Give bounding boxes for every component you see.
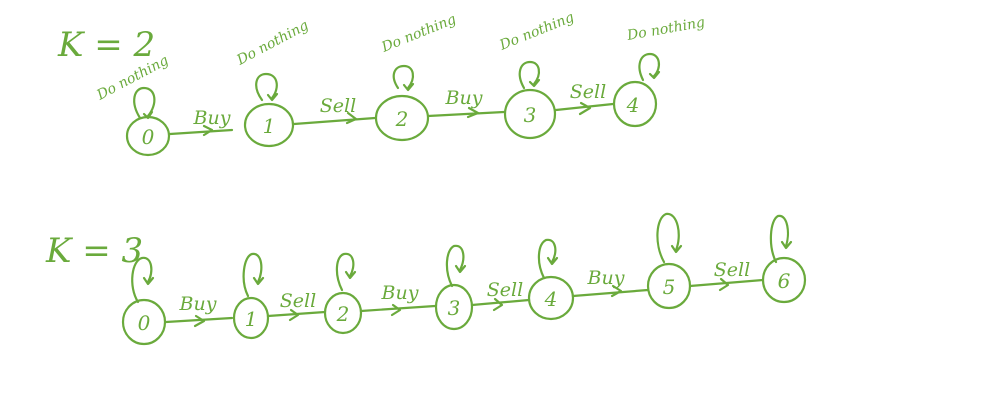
transition-label: Sell [487,279,523,301]
state-node-label: 5 [663,275,676,299]
state-node-label: 2 [336,302,350,326]
self-loop-label: Do nothing [497,9,577,54]
diagram-k3: K = 3 0 1 2 3 4 5 6 Buy Sell Buy Sell Bu… [45,212,807,346]
transition-label: Sell [570,81,606,103]
self-loop-arrow [255,72,278,102]
state-node-label: 4 [626,93,640,117]
self-loop-arrow [537,238,557,280]
transition-label: Buy [193,107,231,129]
self-loop-arrow [242,252,263,298]
self-loop-label: Do nothing [625,15,706,45]
self-loop-label: Do nothing [379,11,459,56]
transition-arrow [426,110,506,118]
arrowhead [466,106,480,119]
transition-label: Buy [445,87,483,109]
self-loop-arrow [769,214,789,264]
state-node-label: 4 [544,287,558,311]
self-loop-arrow [656,212,680,264]
arrowhead [390,303,402,317]
k-label: K = 2 [57,25,155,65]
whiteboard-canvas: K = 2 Do nothing Do nothing Do nothing D… [45,9,807,346]
transition-arrow [168,128,234,136]
state-node-label: 3 [524,103,537,127]
state-node-label: 0 [138,311,151,335]
transition-label: Buy [587,267,625,289]
state-node-label: 1 [245,307,258,331]
transition-arrow [571,288,650,298]
transition-label: Sell [714,259,750,281]
transition-label: Sell [280,290,316,312]
transition-label: Sell [320,95,356,117]
diagram-k2: K = 2 Do nothing Do nothing Do nothing D… [57,9,706,157]
transition-label: Buy [381,282,419,304]
transition-label: Buy [179,293,217,315]
state-node-label: 3 [448,296,461,320]
state-node-label: 2 [395,107,409,131]
state-node-label: 0 [142,125,155,149]
transition-arrow [292,116,377,126]
k-label: K = 3 [45,231,143,271]
self-loop-label: Do nothing [233,17,311,69]
state-node-label: 6 [778,269,791,293]
state-node-label: 1 [263,114,276,138]
arrowhead [578,101,592,116]
